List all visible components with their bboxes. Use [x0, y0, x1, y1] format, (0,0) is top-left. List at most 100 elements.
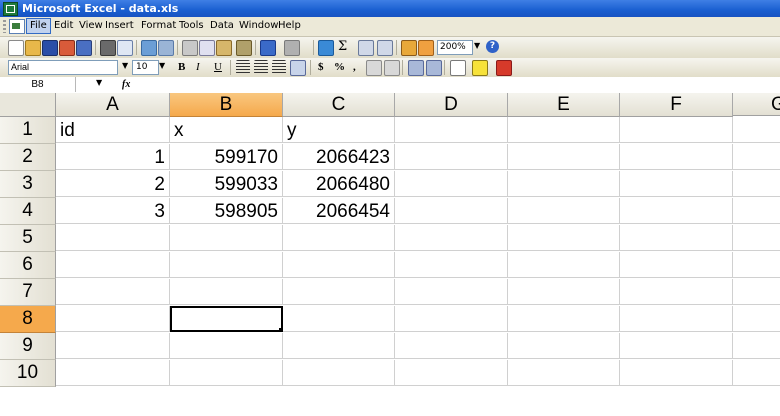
- currency-button[interactable]: $: [318, 60, 324, 74]
- merge-center-icon[interactable]: [290, 60, 306, 76]
- cell-d7[interactable]: [395, 279, 508, 305]
- insert-function-icon[interactable]: fx: [122, 77, 130, 92]
- cell-a4[interactable]: 3: [56, 198, 170, 224]
- cell-g9[interactable]: [733, 333, 780, 359]
- cell-d1[interactable]: [395, 117, 508, 143]
- italic-button[interactable]: I: [196, 60, 200, 74]
- print-icon[interactable]: [100, 40, 116, 56]
- cell-f3[interactable]: [620, 171, 733, 197]
- column-header-c[interactable]: C: [283, 93, 395, 117]
- cell-f1[interactable]: [620, 117, 733, 143]
- cell-g8[interactable]: [733, 306, 780, 332]
- cell-g7[interactable]: [733, 279, 780, 305]
- zoom-select[interactable]: 200%: [437, 40, 473, 55]
- cell-g5[interactable]: [733, 225, 780, 251]
- size-dropdown-icon[interactable]: ▼: [159, 61, 165, 70]
- row-header[interactable]: 9: [0, 333, 56, 360]
- cell-a5[interactable]: [56, 225, 170, 251]
- cell-e4[interactable]: [508, 198, 620, 224]
- worksheet-grid[interactable]: A B C D E F G 1 id x y 2 1 599170 2066423 3 2 5990…: [0, 93, 780, 416]
- select-all-corner[interactable]: [0, 93, 56, 117]
- cut-icon[interactable]: [182, 40, 198, 56]
- copy-icon[interactable]: [199, 40, 215, 56]
- borders-icon[interactable]: [450, 60, 466, 76]
- cell-d5[interactable]: [395, 225, 508, 251]
- save-icon[interactable]: [42, 40, 58, 56]
- chart-wizard-icon[interactable]: [401, 40, 417, 56]
- cell-b10[interactable]: [170, 360, 283, 386]
- cell-b4[interactable]: 598905: [170, 198, 283, 224]
- align-left-icon[interactable]: [236, 60, 250, 74]
- cell-f6[interactable]: [620, 252, 733, 278]
- bold-button[interactable]: B: [178, 60, 185, 74]
- column-header-e[interactable]: E: [508, 93, 620, 117]
- cell-a2[interactable]: 1: [56, 144, 170, 170]
- help-icon[interactable]: ?: [486, 40, 499, 53]
- menu-edit[interactable]: Edit: [51, 19, 76, 33]
- cell-d4[interactable]: [395, 198, 508, 224]
- sort-descending-icon[interactable]: [377, 40, 393, 56]
- cell-a9[interactable]: [56, 333, 170, 359]
- row-header[interactable]: 7: [0, 279, 56, 306]
- cell-f9[interactable]: [620, 333, 733, 359]
- cell-c2[interactable]: 2066423: [283, 144, 395, 170]
- row-header[interactable]: 3: [0, 171, 56, 198]
- align-center-icon[interactable]: [254, 60, 268, 74]
- decrease-indent-icon[interactable]: [408, 60, 424, 76]
- decrease-decimal-icon[interactable]: [384, 60, 400, 76]
- cell-a8[interactable]: [56, 306, 170, 332]
- menu-help[interactable]: Help: [275, 19, 304, 33]
- cell-f2[interactable]: [620, 144, 733, 170]
- cell-g3[interactable]: [733, 171, 780, 197]
- cell-f4[interactable]: [620, 198, 733, 224]
- email-icon[interactable]: [76, 40, 92, 56]
- cell-b2[interactable]: 599170: [170, 144, 283, 170]
- toolbar-grip-icon[interactable]: [3, 20, 6, 33]
- cell-c5[interactable]: [283, 225, 395, 251]
- cell-f8[interactable]: [620, 306, 733, 332]
- underline-button[interactable]: U: [214, 60, 222, 74]
- hyperlink-icon[interactable]: [318, 40, 334, 56]
- cell-d2[interactable]: [395, 144, 508, 170]
- font-color-icon[interactable]: [496, 60, 512, 76]
- row-header[interactable]: 10: [0, 360, 56, 387]
- cell-b6[interactable]: [170, 252, 283, 278]
- row-header[interactable]: 4: [0, 198, 56, 225]
- cell-e3[interactable]: [508, 171, 620, 197]
- research-icon[interactable]: [158, 40, 174, 56]
- cell-d8[interactable]: [395, 306, 508, 332]
- zoom-dropdown-icon[interactable]: ▼: [474, 41, 480, 50]
- print-preview-icon[interactable]: [117, 40, 133, 56]
- cell-f7[interactable]: [620, 279, 733, 305]
- column-header-a[interactable]: A: [56, 93, 170, 117]
- cell-f5[interactable]: [620, 225, 733, 251]
- cell-g6[interactable]: [733, 252, 780, 278]
- drawing-icon[interactable]: [418, 40, 434, 56]
- cell-e9[interactable]: [508, 333, 620, 359]
- name-box-dropdown-icon[interactable]: ▼: [96, 78, 102, 87]
- menu-data[interactable]: Data: [207, 19, 237, 33]
- row-header[interactable]: 2: [0, 144, 56, 171]
- cell-c8[interactable]: [283, 306, 395, 332]
- cell-b1[interactable]: x: [170, 117, 283, 143]
- cell-c9[interactable]: [283, 333, 395, 359]
- cell-b7[interactable]: [170, 279, 283, 305]
- cell-g1[interactable]: [733, 117, 780, 143]
- cell-d9[interactable]: [395, 333, 508, 359]
- fill-color-icon[interactable]: [472, 60, 488, 76]
- cell-g4[interactable]: [733, 198, 780, 224]
- cell-b8[interactable]: [170, 306, 283, 332]
- align-right-icon[interactable]: [272, 60, 286, 74]
- cell-e8[interactable]: [508, 306, 620, 332]
- column-header-f[interactable]: F: [620, 93, 733, 117]
- column-header-g[interactable]: G: [733, 93, 780, 116]
- cell-e7[interactable]: [508, 279, 620, 305]
- row-header[interactable]: 5: [0, 225, 56, 252]
- cell-a10[interactable]: [56, 360, 170, 386]
- new-icon[interactable]: [8, 40, 24, 56]
- font-size-select[interactable]: 10: [132, 60, 159, 75]
- cell-e5[interactable]: [508, 225, 620, 251]
- cell-c3[interactable]: 2066480: [283, 171, 395, 197]
- cell-a1[interactable]: id: [56, 117, 170, 143]
- cell-e10[interactable]: [508, 360, 620, 386]
